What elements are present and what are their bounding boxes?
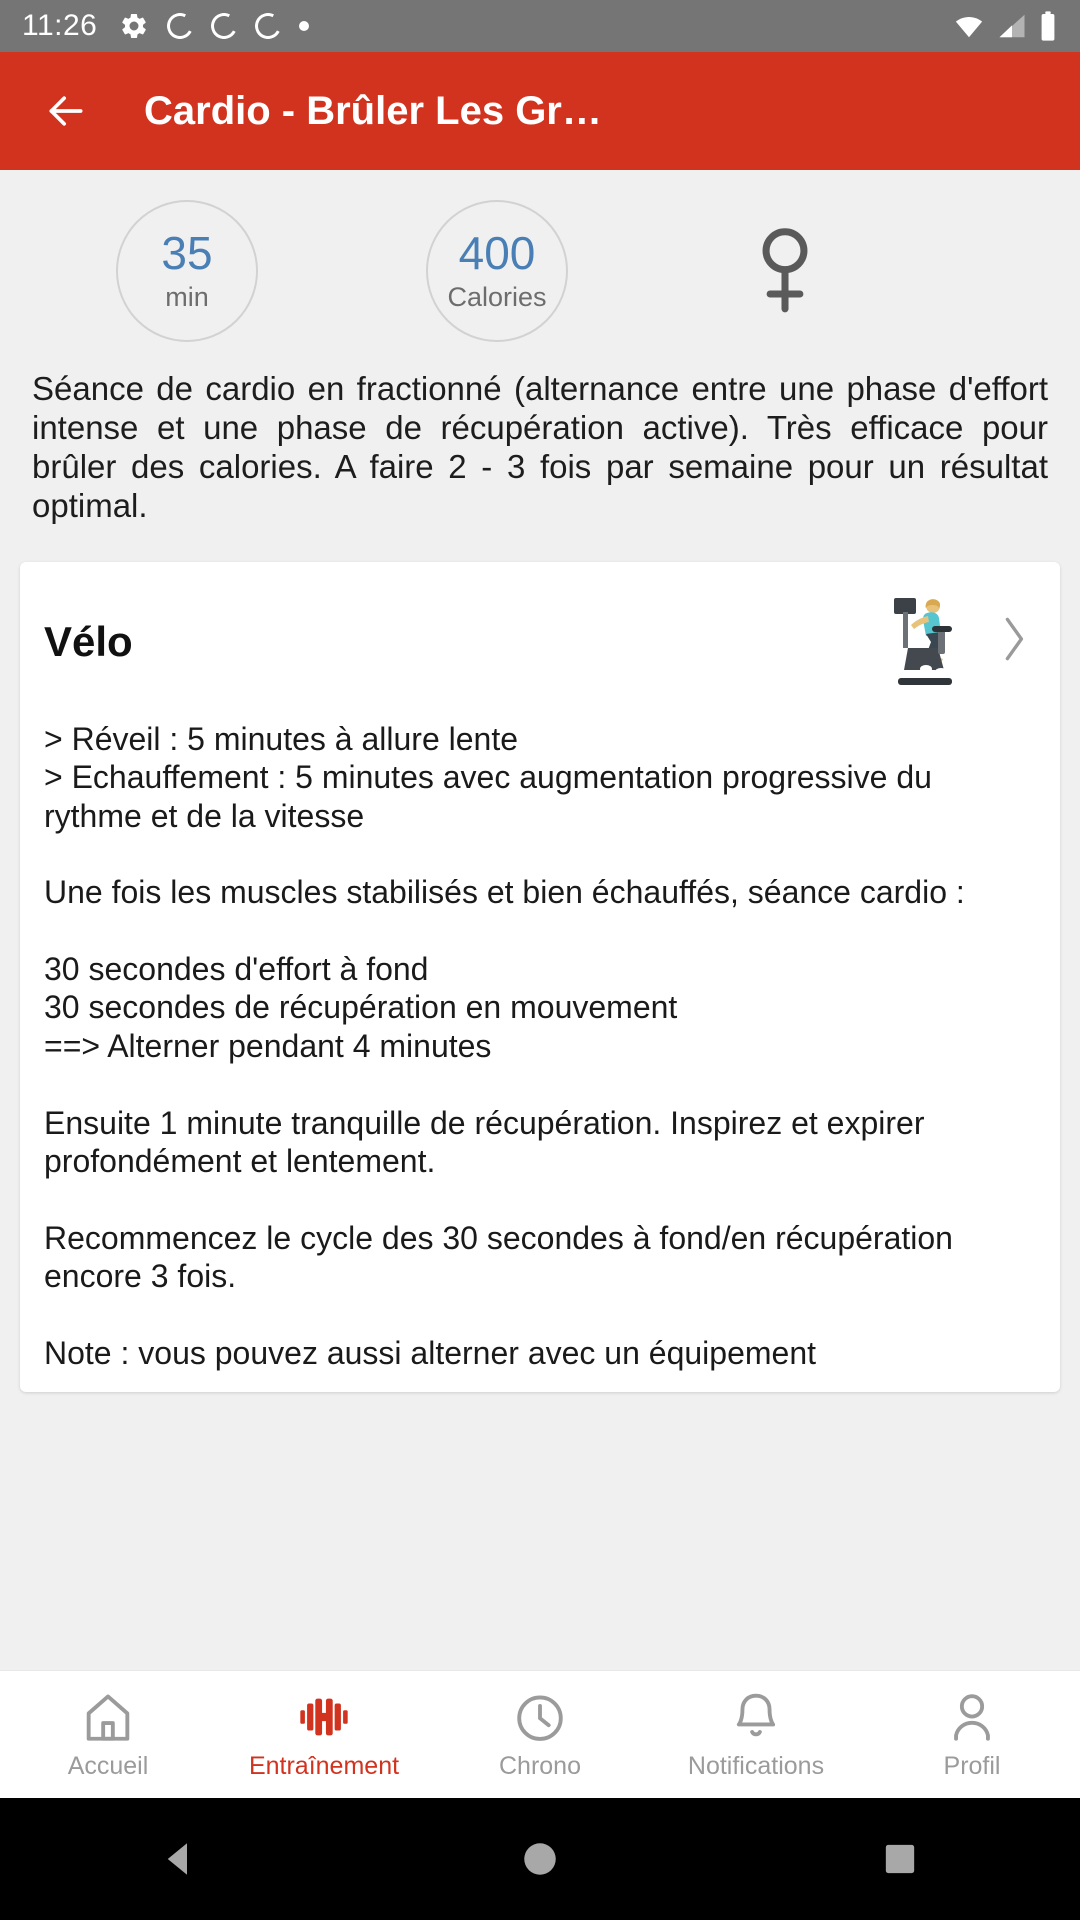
status-bar-clock: 11:26 xyxy=(22,9,98,42)
chevron-right-icon[interactable] xyxy=(996,611,1030,672)
status-bar-notification-icons xyxy=(119,9,310,43)
status-bar: 11:26 xyxy=(0,0,1080,52)
nav-label-chrono: Chrono xyxy=(499,1752,581,1780)
battery-icon xyxy=(1041,11,1055,41)
stat-calories-label: Calories xyxy=(447,281,547,312)
app-bar: Cardio - Brûler Les Gr… xyxy=(0,52,1080,170)
page-title: Cardio - Brûler Les Gr… xyxy=(144,88,602,133)
exercise-bike-image xyxy=(878,590,970,694)
nav-label-profil: Profil xyxy=(943,1752,1001,1780)
status-bar-system-icons xyxy=(952,10,1058,42)
app-screen: 11:26 Cardio - Brûler Les Gr… 35 min 400… xyxy=(0,0,1080,1920)
person-icon xyxy=(954,1694,990,1741)
c-circle-icon xyxy=(163,9,197,43)
recents-square-icon xyxy=(885,1844,915,1874)
back-triangle-icon xyxy=(167,1843,187,1875)
system-back-button[interactable] xyxy=(135,1814,225,1904)
system-recents-button[interactable] xyxy=(855,1814,945,1904)
stat-calories-value: 400 xyxy=(458,227,536,280)
nav-item-chrono[interactable]: Chrono xyxy=(432,1688,648,1781)
gender-indicator xyxy=(752,225,818,317)
nav-item-notifications[interactable]: Notifications xyxy=(648,1688,864,1781)
workout-description: Séance de cardio en fractionné (alternan… xyxy=(32,370,1048,524)
exercise-instructions: > Réveil : 5 minutes à allure lente > Ec… xyxy=(44,720,965,1371)
nav-item-accueil[interactable]: Accueil xyxy=(0,1688,216,1781)
c-circle-icon xyxy=(251,9,285,43)
bell-icon xyxy=(736,1693,776,1737)
exercise-card-header[interactable]: Vélo xyxy=(44,590,1036,694)
female-icon xyxy=(762,228,808,313)
back-button[interactable] xyxy=(30,75,102,147)
nav-item-entrainement[interactable]: Entraînement xyxy=(216,1688,432,1781)
exercise-title: Vélo xyxy=(44,617,133,665)
home-circle-icon xyxy=(524,1843,556,1875)
workout-stats-row: 35 min 400 Calories xyxy=(0,170,1080,360)
nav-label-entrainement: Entraînement xyxy=(248,1752,400,1780)
system-home-button[interactable] xyxy=(495,1814,585,1904)
nav-label-notifications: Notifications xyxy=(687,1752,825,1780)
system-navigation-bar xyxy=(0,1798,1080,1920)
bottom-navigation: Accueil Entraînement Chrono Notification… xyxy=(0,1670,1080,1798)
home-icon xyxy=(86,1694,130,1741)
stat-duration: 35 min xyxy=(116,200,258,342)
nav-label-accueil: Accueil xyxy=(67,1752,149,1780)
stat-duration-label: min xyxy=(165,281,209,312)
clock-icon xyxy=(517,1695,563,1741)
nav-item-profil[interactable]: Profil xyxy=(864,1688,1080,1781)
exercise-card[interactable]: Vélo > Réveil: 5 minutes à allure lente… xyxy=(20,561,1060,1393)
gear-icon xyxy=(122,13,147,39)
c-circle-icon xyxy=(207,9,241,43)
scroll-content[interactable]: 35 min 400 Calories Séance de cardio en … xyxy=(0,170,1080,1670)
dot-icon xyxy=(299,21,310,31)
signal-icon xyxy=(999,14,1025,38)
wifi-icon xyxy=(955,17,983,38)
stat-duration-value: 35 xyxy=(161,227,213,280)
stat-calories: 400 Calories xyxy=(426,200,568,342)
exercise-bike-illustration xyxy=(894,597,952,685)
dumbbell-icon xyxy=(300,1698,348,1736)
arrow-left-icon xyxy=(49,96,83,126)
